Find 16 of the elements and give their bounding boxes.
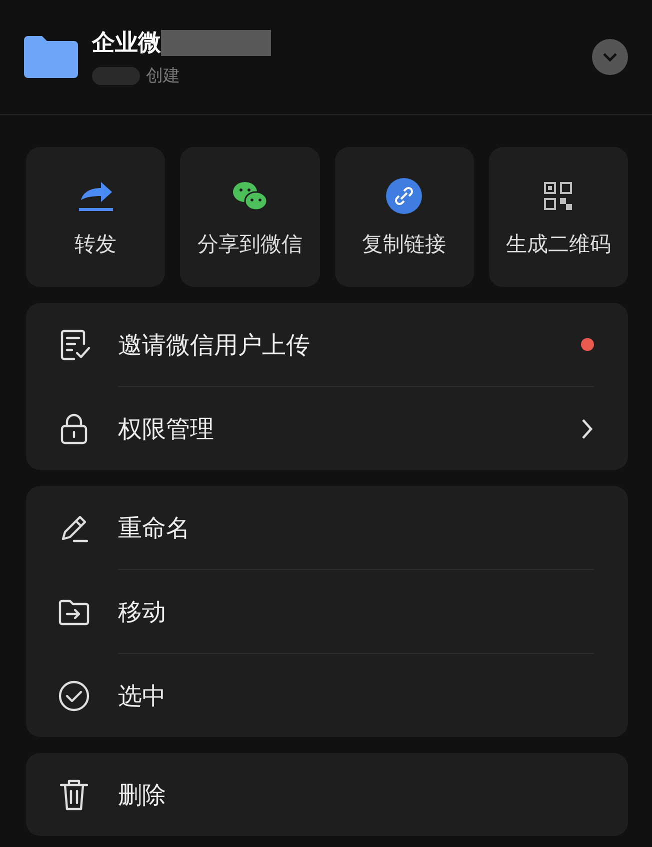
- collapse-button[interactable]: [592, 39, 628, 75]
- menu-item[interactable]: 删除: [118, 778, 594, 810]
- folder-icon: [24, 36, 78, 78]
- menu-item[interactable]: 重命名: [118, 512, 594, 544]
- creator-text: 创建: [146, 65, 180, 87]
- menu-item[interactable]: 权限管理: [118, 412, 580, 444]
- redaction-block: [92, 66, 140, 84]
- menu-item[interactable]: 选中: [118, 680, 594, 712]
- share-action-button[interactable]: 分享到微信: [180, 147, 320, 287]
- share-action-button[interactable]: 转发: [26, 147, 166, 287]
- share-action-button[interactable]: 生成二维码: [488, 147, 628, 287]
- link-icon: [384, 176, 424, 216]
- folder-title: 企业微: [92, 29, 161, 58]
- share-action-button[interactable]: 复制链接: [334, 147, 474, 287]
- menu-item[interactable]: 邀请微信用户上传: [118, 328, 581, 360]
- menu-item[interactable]: 移动: [118, 596, 594, 628]
